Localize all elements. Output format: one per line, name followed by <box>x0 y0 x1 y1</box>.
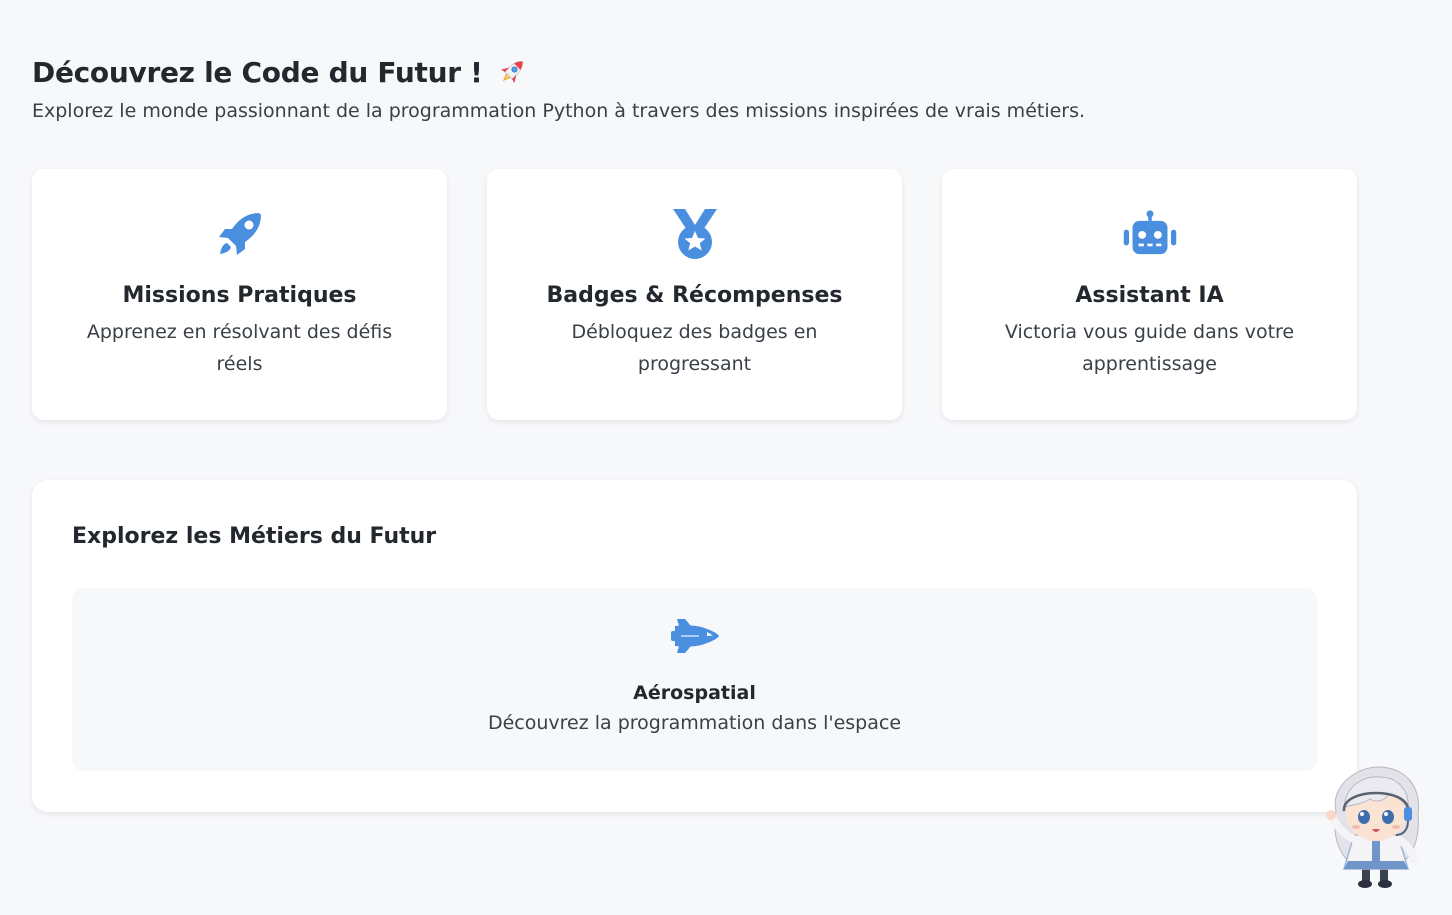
robot-icon <box>1122 207 1178 261</box>
feature-description: Victoria vous guide dans votre apprentis… <box>1004 321 1295 375</box>
feature-card-assistant: Assistant IA Victoria vous guide dans vo… <box>942 169 1357 420</box>
job-card-aerospatial[interactable]: Aérospatial Découvrez la programmation d… <box>72 588 1317 771</box>
feature-cards: Missions Pratiques Apprenez en résolvant… <box>32 169 1357 420</box>
feature-title: Badges & Récompenses <box>546 283 843 308</box>
medal-icon <box>667 207 723 261</box>
feature-description: Apprenez en résolvant des défis réels <box>86 321 393 375</box>
job-description: Découvrez la programmation dans l'espace <box>487 712 902 734</box>
page-header: Découvrez le Code du Futur ! <box>32 52 1357 92</box>
feature-title: Assistant IA <box>1075 283 1224 308</box>
jobs-section-title: Explorez les Métiers du Futur <box>72 524 437 549</box>
page-content: Découvrez le Code du Futur ! Explorez le… <box>32 52 1357 812</box>
page-subtitle: Explorez le monde passionnant de la prog… <box>32 100 1086 122</box>
feature-card-badges: Badges & Récompenses Débloquez des badge… <box>487 169 902 420</box>
space-shuttle-icon <box>669 618 721 658</box>
page-title: Découvrez le Code du Futur ! <box>32 55 483 89</box>
jobs-section: Explorez les Métiers du Futur Aérospatia… <box>32 480 1357 812</box>
feature-description: Débloquez des badges en progressant <box>571 321 818 375</box>
assistant-avatar[interactable] <box>1318 765 1436 889</box>
rocket-icon <box>212 207 268 261</box>
job-title: Aérospatial <box>633 682 756 704</box>
feature-title: Missions Pratiques <box>122 283 357 308</box>
rocket-emoji-icon <box>495 55 529 89</box>
feature-card-missions: Missions Pratiques Apprenez en résolvant… <box>32 169 447 420</box>
